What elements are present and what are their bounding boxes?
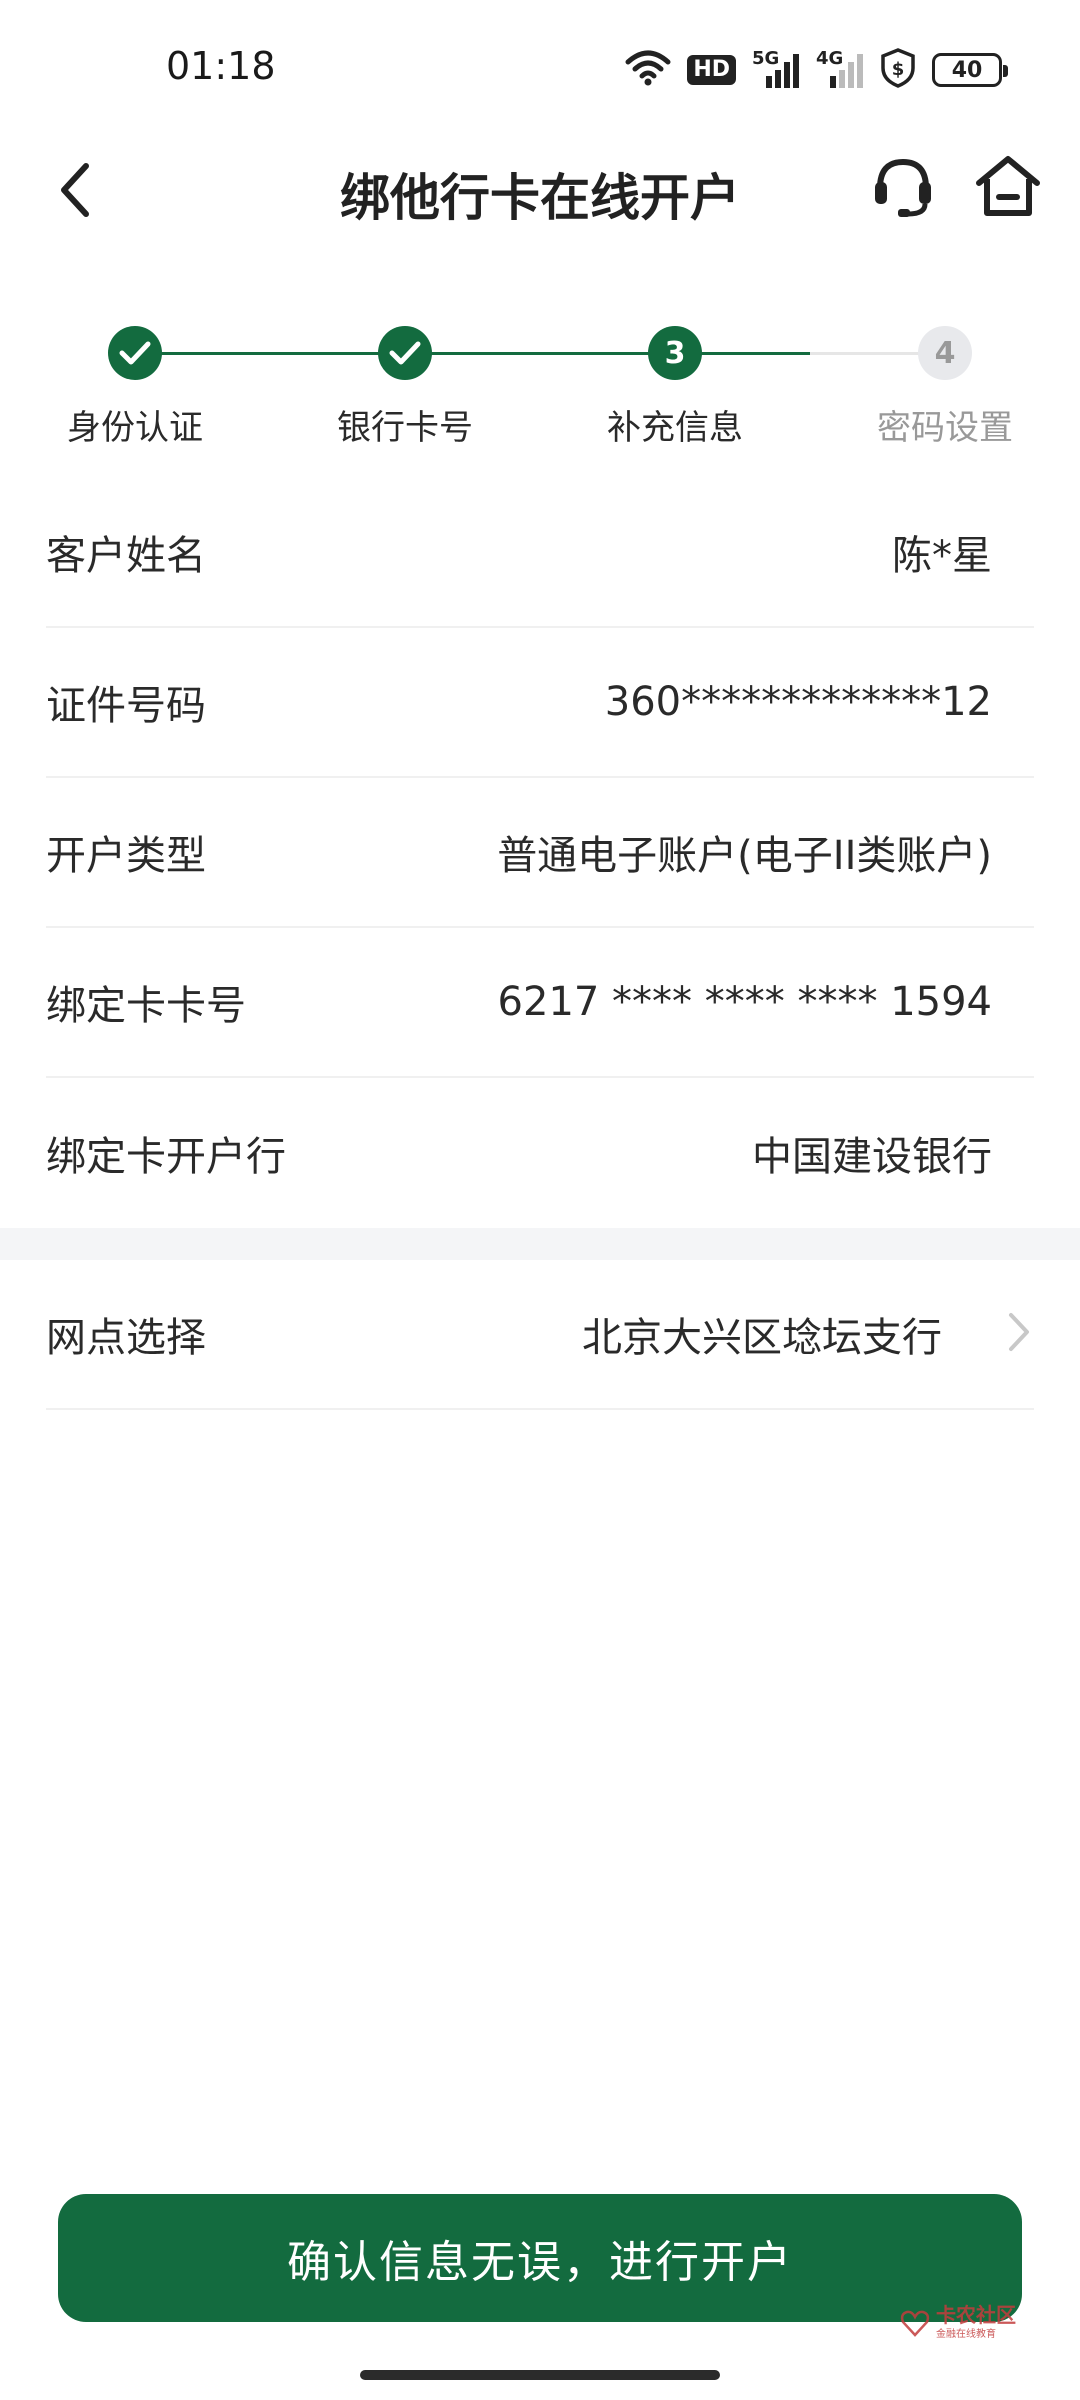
row-value: 普通电子账户(电子II类账户) bbox=[497, 833, 992, 879]
nav-bar: 绑他行卡在线开户 bbox=[0, 130, 1080, 250]
watermark: 卡农社区 金融在线教育 bbox=[900, 2305, 1016, 2340]
status-bar: 01:18 HD 5G 4G $ 40 bbox=[0, 0, 1080, 130]
step-1: 身份认证 bbox=[35, 320, 235, 449]
step-1-label: 身份认证 bbox=[67, 408, 203, 448]
watermark-text: 卡农社区 金融在线教育 bbox=[936, 2305, 1016, 2340]
battery-icon: 40 bbox=[932, 53, 1008, 87]
row-value: 360*************12 bbox=[604, 679, 992, 725]
section-divider bbox=[0, 1228, 1080, 1260]
row-label: 网点选择 bbox=[46, 1315, 206, 1361]
headset-icon bbox=[875, 158, 931, 217]
info-list: 客户姓名 陈*星 证件号码 360*************12 开户类型 普通… bbox=[0, 478, 1080, 1410]
screen: 01:18 HD 5G 4G $ 40 绑他行卡在线开户 身份认证 银行卡号 3… bbox=[0, 0, 1080, 2400]
row-value: 陈*星 bbox=[892, 533, 992, 579]
step-4-number: 4 bbox=[934, 335, 956, 371]
customer-service-button[interactable] bbox=[868, 146, 938, 226]
step-2: 银行卡号 bbox=[305, 320, 505, 449]
watermark-subtitle: 金融在线教育 bbox=[936, 2329, 996, 2340]
branch-select-row[interactable]: 网点选择 北京大兴区埝坛支行 bbox=[46, 1260, 1034, 1410]
signal-5g-icon: 5G bbox=[752, 48, 800, 90]
row-value: 6217 **** **** **** 1594 bbox=[497, 979, 992, 1025]
home-icon bbox=[976, 156, 1040, 216]
shield-dollar-icon: $ bbox=[880, 48, 916, 92]
step-1-circle bbox=[108, 326, 162, 380]
step-2-circle bbox=[378, 326, 432, 380]
home-indicator[interactable] bbox=[360, 2370, 720, 2380]
wifi-icon bbox=[625, 50, 671, 90]
row-label: 证件号码 bbox=[46, 683, 206, 729]
row-bound-card-number: 绑定卡卡号 6217 **** **** **** 1594 bbox=[46, 928, 1034, 1078]
branch-value: 北京大兴区埝坛支行 bbox=[582, 1315, 942, 1361]
row-account-type: 开户类型 普通电子账户(电子II类账户) bbox=[46, 778, 1034, 928]
chevron-right-icon bbox=[1006, 1310, 1032, 1358]
row-label: 开户类型 bbox=[46, 833, 206, 879]
watermark-logo-icon bbox=[900, 2310, 930, 2337]
row-label: 客户姓名 bbox=[46, 533, 206, 579]
hd-badge: HD bbox=[687, 55, 736, 85]
step-3: 3 补充信息 bbox=[575, 320, 775, 449]
watermark-title: 卡农社区 bbox=[936, 2303, 1016, 2327]
confirm-open-account-button[interactable]: 确认信息无误，进行开户 bbox=[58, 2194, 1022, 2322]
step-3-number: 3 bbox=[664, 335, 686, 371]
step-4: 4 密码设置 bbox=[845, 320, 1045, 449]
status-icons: HD 5G 4G $ 40 bbox=[625, 40, 1008, 100]
step-3-label: 补充信息 bbox=[607, 408, 743, 448]
step-3-circle: 3 bbox=[648, 326, 702, 380]
row-id-number: 证件号码 360*************12 bbox=[46, 628, 1034, 778]
battery-level: 40 bbox=[951, 57, 983, 83]
row-label: 绑定卡开户行 bbox=[46, 1134, 286, 1180]
check-icon bbox=[119, 341, 151, 365]
signal-4g-icon: 4G bbox=[816, 48, 864, 90]
row-value: 中国建设银行 bbox=[752, 1134, 992, 1180]
step-4-circle: 4 bbox=[918, 326, 972, 380]
progress-stepper: 身份认证 银行卡号 3 补充信息 4 密码设置 bbox=[0, 320, 1080, 450]
check-icon bbox=[389, 341, 421, 365]
svg-text:$: $ bbox=[892, 59, 905, 80]
row-label: 绑定卡卡号 bbox=[46, 983, 246, 1029]
step-2-label: 银行卡号 bbox=[337, 408, 473, 448]
home-button[interactable] bbox=[968, 142, 1048, 230]
row-bound-card-bank: 绑定卡开户行 中国建设银行 bbox=[46, 1078, 1034, 1228]
row-customer-name: 客户姓名 陈*星 bbox=[46, 478, 1034, 628]
status-time: 01:18 bbox=[166, 44, 276, 88]
step-4-label: 密码设置 bbox=[877, 408, 1013, 448]
